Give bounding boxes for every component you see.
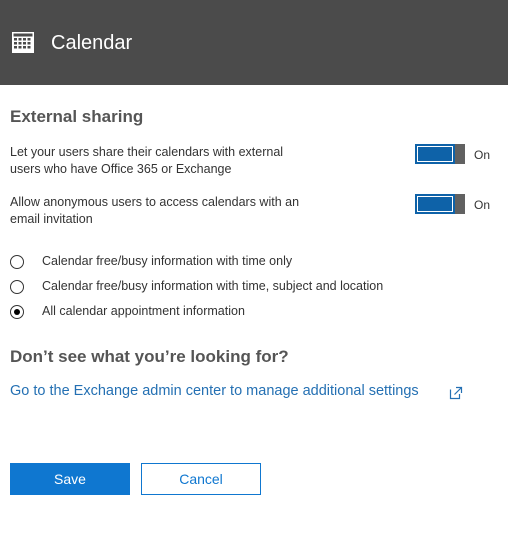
calendar-icon [12,32,34,53]
save-button[interactable]: Save [10,463,130,495]
external-link-icon[interactable] [449,386,463,400]
toggle-knob[interactable] [455,194,465,214]
radio-button[interactable] [10,255,24,269]
setting-description-share-external: Let your users share their calendars wit… [10,144,315,178]
anonymous-access-toggle[interactable] [415,194,466,214]
toggle-fill [418,147,452,161]
radio-label: All calendar appointment information [42,304,245,318]
toggle-fill [418,197,452,211]
share-external-toggle[interactable] [415,144,466,164]
section-title-external-sharing: External sharing [10,107,144,126]
radio-button-selected[interactable] [10,305,24,319]
radio-button[interactable] [10,280,24,294]
radio-label: Calendar free/busy information with time… [42,279,384,293]
cancel-button[interactable]: Cancel [141,463,261,495]
panel-title: Calendar [51,32,133,54]
radio-label: Calendar free/busy information with time… [42,254,293,268]
setting-description-line: Let your users share their calendars wit… [10,145,284,159]
setting-description-line: users who have Office 365 or Exchange [10,162,232,176]
radio-selected-dot [14,309,20,315]
exchange-admin-center-link[interactable]: Go to the Exchange admin center to manag… [10,383,419,399]
panel-header: Calendar [0,0,508,85]
setting-description-line: email invitation [10,212,93,226]
toggle-state-label: On [474,198,491,212]
setting-description-line: Allow anonymous users to access calendar… [10,195,300,209]
setting-description-anonymous-access: Allow anonymous users to access calendar… [10,194,315,228]
help-heading: Don’t see what you’re looking for? [10,347,289,366]
toggle-state-label: On [474,148,491,162]
toggle-knob[interactable] [455,144,465,164]
